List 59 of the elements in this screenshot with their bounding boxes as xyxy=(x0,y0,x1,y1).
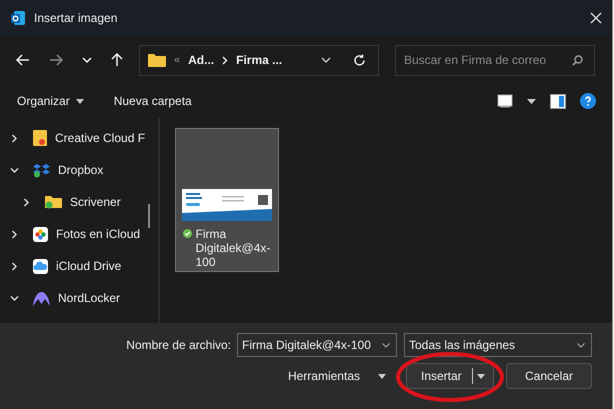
folder-icon xyxy=(33,130,47,146)
expander-icon[interactable] xyxy=(10,230,19,238)
expander-icon[interactable] xyxy=(10,166,19,174)
sidebar-item[interactable]: NordLocker xyxy=(0,282,158,314)
folder-icon xyxy=(148,53,166,67)
filename-label: Nombre de archivo: xyxy=(126,338,231,352)
search-field[interactable]: Buscar en Firma de correo xyxy=(395,44,595,76)
help-icon[interactable] xyxy=(580,93,596,109)
insert-button[interactable]: Insertar xyxy=(406,363,494,389)
caret-icon xyxy=(76,98,84,104)
sidebar-label: Creative Cloud F xyxy=(55,131,146,145)
breadcrumb[interactable]: Firma ... xyxy=(236,53,282,67)
breadcrumb[interactable]: Ad... xyxy=(188,53,214,67)
tools-button[interactable]: Herramientas xyxy=(282,368,392,384)
sidebar-label: Dropbox xyxy=(58,163,104,177)
chevron-down-icon xyxy=(382,342,390,348)
file-name: Firma Digitalek@4x-100 xyxy=(196,227,272,269)
window-title: Insertar imagen xyxy=(34,11,118,25)
expander-icon[interactable] xyxy=(10,134,19,142)
sidebar-label: Fotos en iCloud xyxy=(56,227,140,241)
file-tile[interactable]: Firma Digitalek@4x-100 xyxy=(175,128,279,272)
flower-icon xyxy=(33,226,48,242)
up-arrow-icon[interactable] xyxy=(111,53,123,67)
sidebar-item[interactable]: Fotos en iCloud xyxy=(0,218,158,250)
new-folder-button[interactable]: Nueva carpeta xyxy=(108,91,197,111)
caret-icon xyxy=(476,374,485,378)
app-icon xyxy=(10,10,26,26)
overflow-marker[interactable]: « xyxy=(174,54,180,66)
view-icon[interactable] xyxy=(497,94,513,108)
chevron-down-icon[interactable] xyxy=(321,57,331,63)
caret-icon[interactable] xyxy=(527,98,536,104)
expander-icon[interactable] xyxy=(22,198,31,206)
preview-pane-icon[interactable] xyxy=(550,94,566,108)
chevron-down-icon xyxy=(577,342,585,348)
sidebar-item[interactable]: Scrivener xyxy=(0,186,158,218)
filename-field[interactable]: Firma Digitalek@4x-100 xyxy=(237,333,397,357)
expander-icon[interactable] xyxy=(10,262,19,270)
file-type-dropdown[interactable]: Todas las imágenes xyxy=(404,333,592,357)
box-icon xyxy=(33,162,50,178)
chevron-right-icon xyxy=(222,56,228,64)
sidebar-label: iCloud Drive xyxy=(56,259,122,273)
sidebar-item[interactable]: iCloud Drive xyxy=(0,250,158,282)
mountain-icon xyxy=(33,290,50,306)
cancel-button[interactable]: Cancelar xyxy=(506,363,592,389)
cloud-icon xyxy=(33,258,48,274)
sidebar-item[interactable]: Dropbox xyxy=(0,154,158,186)
forward-arrow-icon[interactable] xyxy=(49,54,63,66)
address-bar[interactable]: « Ad... Firma ... xyxy=(139,44,379,76)
search-icon xyxy=(572,54,583,66)
back-arrow-icon[interactable] xyxy=(16,54,30,66)
expander-icon[interactable] xyxy=(10,294,19,302)
sidebar-label: NordLocker xyxy=(58,291,120,305)
close-icon[interactable] xyxy=(590,12,602,24)
refresh-icon[interactable] xyxy=(353,54,366,66)
folder-icon xyxy=(45,195,62,209)
sidebar-label: Scrivener xyxy=(70,195,121,209)
organize-button[interactable]: Organizar xyxy=(12,91,89,111)
sidebar-item[interactable]: Creative Cloud F xyxy=(0,122,158,154)
caret-icon xyxy=(378,374,386,378)
